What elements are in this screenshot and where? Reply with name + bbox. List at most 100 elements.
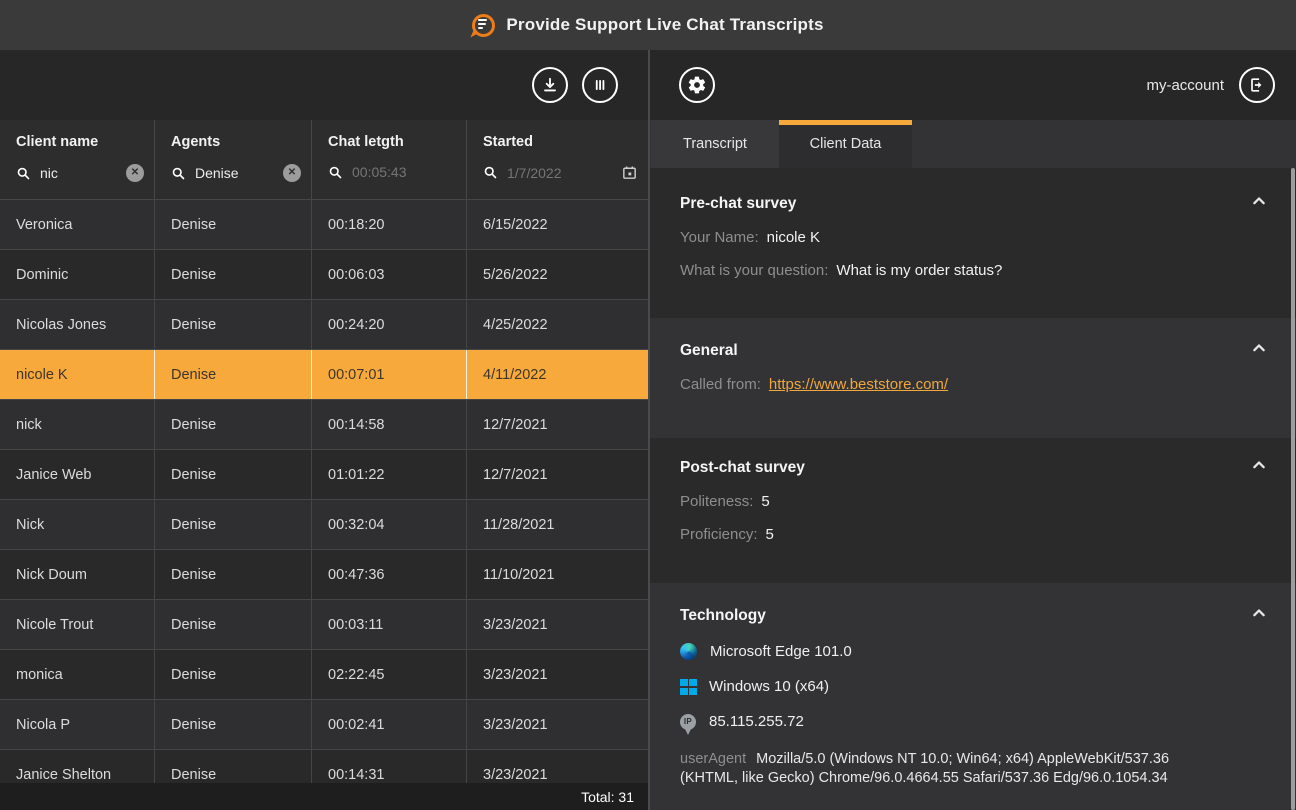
cell-started: 4/25/2022 (467, 300, 648, 349)
cell-length: 00:03:11 (312, 600, 467, 649)
topbar: Provide Support Live Chat Transcripts (0, 0, 1296, 50)
cell-agent: Denise (155, 550, 312, 599)
field-label: Proficiency: (680, 526, 758, 543)
settings-button[interactable] (679, 67, 715, 103)
chevron-up-icon (1251, 606, 1267, 619)
field-label: Your Name: (680, 229, 759, 246)
section-title: General (680, 342, 1266, 360)
table-row[interactable]: Dominic Denise 00:06:03 5/26/2022 (0, 250, 648, 300)
download-icon (540, 75, 560, 95)
column-label[interactable]: Chat letgth (328, 134, 456, 150)
cell-client: monica (0, 650, 155, 699)
section-title: Technology (680, 607, 1266, 625)
tab-transcript[interactable]: Transcript (651, 120, 779, 168)
logout-button[interactable] (1239, 67, 1275, 103)
search-icon (171, 166, 186, 181)
cell-length: 00:18:20 (312, 200, 467, 249)
table-row[interactable]: Veronica Denise 00:18:20 6/15/2022 (0, 200, 648, 250)
field-label: Politeness: (680, 493, 753, 510)
cell-length: 00:14:58 (312, 400, 467, 449)
table-row[interactable]: Nicolas Jones Denise 00:24:20 4/25/2022 (0, 300, 648, 350)
client-name-filter: ✕ (16, 164, 144, 182)
cell-started: 6/15/2022 (467, 200, 648, 249)
field-value: 5 (761, 493, 769, 510)
cell-agent: Denise (155, 650, 312, 699)
total-count: Total: 31 (581, 789, 634, 805)
field-your-name: Your Name: nicole K (680, 229, 1266, 246)
started-filter-input[interactable] (507, 165, 607, 181)
column-client-name: Client name ✕ (0, 120, 155, 200)
chevron-up-icon (1251, 194, 1267, 207)
section-title: Pre-chat survey (680, 195, 1266, 213)
useragent-value: Mozilla/5.0 (Windows NT 10.0; Win64; x64… (680, 751, 1169, 786)
cell-client: Dominic (0, 250, 155, 299)
table-row-selected[interactable]: nicole K Denise 00:07:01 4/11/2022 (0, 350, 648, 400)
started-filter (483, 164, 638, 181)
columns-button[interactable] (582, 67, 618, 103)
columns-icon (590, 75, 610, 95)
calendar-icon (621, 164, 638, 181)
cell-started: 12/7/2021 (467, 450, 648, 499)
account-name: my-account (1146, 77, 1224, 94)
cell-client: Nick (0, 500, 155, 549)
client-name-filter-input[interactable] (40, 165, 112, 181)
os-row: Windows 10 (x64) (680, 678, 1266, 695)
section-post-chat-survey: Post-chat survey Politeness:5 Proficienc… (650, 438, 1296, 583)
cell-started: 11/28/2021 (467, 500, 648, 549)
table-row[interactable]: Nicole Trout Denise 00:03:11 3/23/2021 (0, 600, 648, 650)
cell-started: 12/7/2021 (467, 400, 648, 449)
column-label[interactable]: Started (483, 134, 638, 150)
app-title: Provide Support Live Chat Transcripts (506, 15, 823, 35)
cell-started: 11/10/2021 (467, 550, 648, 599)
agents-filter-input[interactable] (195, 165, 267, 181)
cell-length: 02:22:45 (312, 650, 467, 699)
column-label[interactable]: Client name (16, 134, 144, 150)
download-button[interactable] (532, 67, 568, 103)
date-picker-button[interactable] (621, 164, 638, 181)
tab-client-data[interactable]: Client Data (779, 120, 912, 168)
ip-pin-icon (680, 714, 696, 730)
collapse-section-button[interactable] (1249, 604, 1269, 624)
table-row[interactable]: nick Denise 00:14:58 12/7/2021 (0, 400, 648, 450)
clear-filter-icon[interactable]: ✕ (126, 164, 144, 182)
cell-started: 3/23/2021 (467, 600, 648, 649)
cell-length: 00:02:41 (312, 700, 467, 749)
app-window: Provide Support Live Chat Transcripts my… (0, 0, 1296, 810)
column-chat-length: Chat letgth (312, 120, 467, 200)
logout-icon (1247, 75, 1267, 95)
cell-agent: Denise (155, 450, 312, 499)
field-value: What is my order status? (836, 262, 1002, 279)
cell-agent: Denise (155, 200, 312, 249)
detail-tabbar: Transcript Client Data (650, 120, 1296, 168)
field-value: nicole K (767, 229, 820, 246)
table-row[interactable]: monica Denise 02:22:45 3/23/2021 (0, 650, 648, 700)
column-agents: Agents ✕ (155, 120, 312, 200)
provide-support-logo-icon (472, 14, 495, 37)
table-row[interactable]: Nick Doum Denise 00:47:36 11/10/2021 (0, 550, 648, 600)
column-label[interactable]: Agents (171, 134, 301, 150)
clear-filter-icon[interactable]: ✕ (283, 164, 301, 182)
collapse-section-button[interactable] (1249, 192, 1269, 212)
transcripts-toolbar (0, 50, 648, 120)
cell-client: Nicolas Jones (0, 300, 155, 349)
collapse-section-button[interactable] (1249, 456, 1269, 476)
cell-client: Veronica (0, 200, 155, 249)
table-row[interactable]: Nicola P Denise 00:02:41 3/23/2021 (0, 700, 648, 750)
column-started: Started (467, 120, 648, 200)
section-pre-chat-survey: Pre-chat survey Your Name: nicole K What … (650, 168, 1296, 318)
cell-client: Nick Doum (0, 550, 155, 599)
called-from-link[interactable]: https://www.beststore.com/ (769, 376, 948, 393)
table-row[interactable]: Nick Denise 00:32:04 11/28/2021 (0, 500, 648, 550)
edge-browser-icon (680, 643, 697, 660)
cell-length: 01:01:22 (312, 450, 467, 499)
section-technology: Technology Microsoft Edge 101.0 Windows … (650, 583, 1296, 810)
field-proficiency: Proficiency:5 (680, 526, 1266, 543)
search-icon (16, 166, 31, 181)
chat-length-filter-input[interactable] (352, 164, 452, 180)
collapse-section-button[interactable] (1249, 339, 1269, 359)
table-footer: Total: 31 (0, 783, 648, 810)
cell-length: 00:06:03 (312, 250, 467, 299)
ip-value: 85.115.255.72 (709, 713, 804, 730)
scrollbar[interactable] (1291, 168, 1295, 810)
table-row[interactable]: Janice Web Denise 01:01:22 12/7/2021 (0, 450, 648, 500)
